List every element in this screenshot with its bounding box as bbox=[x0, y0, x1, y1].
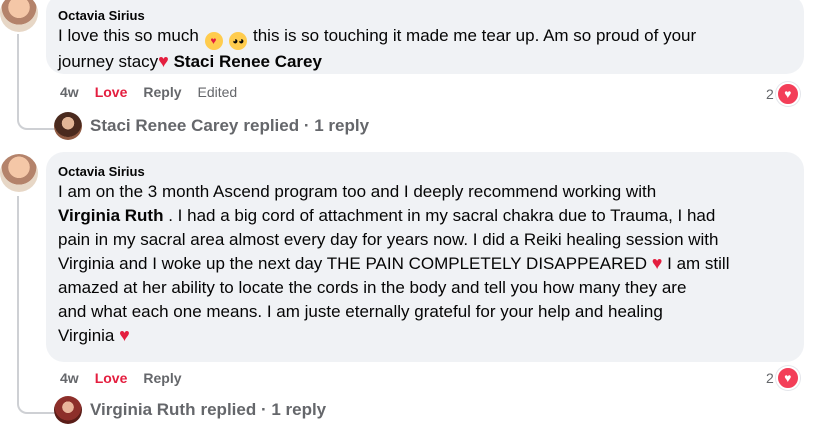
mention-link[interactable]: Virginia Ruth bbox=[58, 206, 163, 225]
comment-author[interactable]: Octavia Sirius bbox=[58, 8, 792, 24]
heart-icon: ♥ bbox=[158, 51, 169, 71]
comment-text: I am on the 3 month Ascend program too a… bbox=[58, 182, 730, 345]
comment-bubble: Octavia Sirius I love this so much ♥ ◕◕ … bbox=[46, 0, 804, 74]
heart-icon: ♥ bbox=[651, 253, 663, 273]
timestamp[interactable]: 4w bbox=[60, 84, 79, 100]
replies-label: replied · 1 reply bbox=[243, 116, 370, 135]
avatar[interactable] bbox=[0, 0, 38, 32]
avatar bbox=[54, 112, 82, 140]
replies-name: Virginia Ruth bbox=[90, 400, 196, 419]
avatar[interactable] bbox=[0, 154, 38, 192]
love-button[interactable]: Love bbox=[95, 370, 128, 386]
comment-actions: 4w Love Reply Edited bbox=[60, 84, 253, 100]
smiling-face-with-hearts-icon: ♥ bbox=[204, 32, 223, 50]
love-button[interactable]: Love bbox=[95, 84, 128, 100]
heart-icon: ♥ bbox=[119, 325, 130, 345]
replies-link[interactable]: Staci Renee Carey replied · 1 reply bbox=[54, 112, 369, 140]
comment-bubble: Octavia Sirius I am on the 3 month Ascen… bbox=[46, 152, 804, 362]
mention-link[interactable]: Staci Renee Carey bbox=[174, 52, 322, 71]
edited-label[interactable]: Edited bbox=[198, 84, 238, 100]
comment-text: I love this so much ♥ ◕◕ this is so touc… bbox=[58, 26, 697, 71]
heart-icon: ♥ bbox=[775, 366, 800, 390]
reply-button[interactable]: Reply bbox=[143, 370, 181, 386]
reaction-summary[interactable]: 2 ♥ bbox=[766, 82, 800, 106]
replies-label: replied · 1 reply bbox=[200, 400, 327, 419]
reaction-count: 2 bbox=[766, 86, 774, 102]
reaction-summary[interactable]: 2 ♥ bbox=[766, 366, 800, 390]
heart-icon: ♥ bbox=[775, 82, 800, 106]
replies-name: Staci Renee Carey bbox=[90, 116, 239, 135]
reaction-count: 2 bbox=[766, 370, 774, 386]
pleading-face-icon: ◕◕ bbox=[229, 32, 248, 50]
comment-actions: 4w Love Reply bbox=[60, 370, 198, 386]
reply-button[interactable]: Reply bbox=[143, 84, 181, 100]
timestamp[interactable]: 4w bbox=[60, 370, 79, 386]
comment-author[interactable]: Octavia Sirius bbox=[58, 164, 792, 180]
